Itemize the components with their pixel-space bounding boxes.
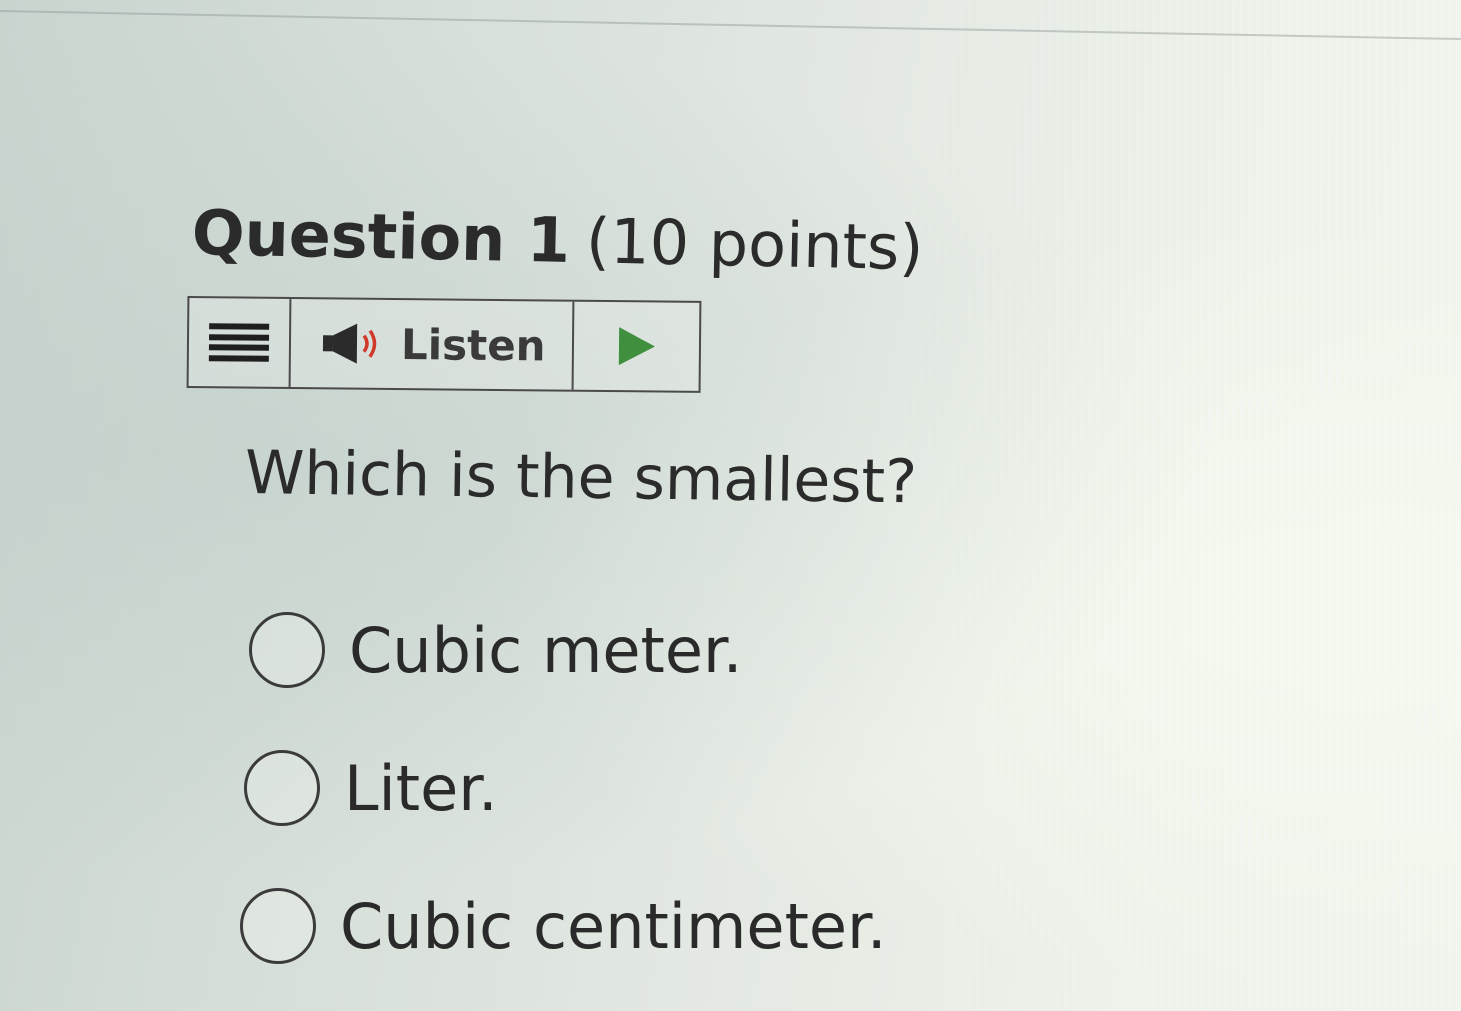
option-label: Cubic meter. (349, 613, 743, 687)
listen-toolbar: Listen (186, 296, 702, 393)
menu-lines-icon (208, 323, 270, 362)
option-label: Liter. (344, 751, 498, 825)
question-heading: Question 1 (10 points) (191, 196, 924, 284)
play-icon (618, 327, 655, 366)
question-prompt: Which is the smallest? (244, 438, 918, 518)
answer-option-liter[interactable]: Liter. (244, 750, 498, 826)
play-button[interactable] (574, 302, 700, 391)
radio-button[interactable] (240, 888, 316, 964)
answer-option-cubic-centimeter[interactable]: Cubic centimeter. (240, 888, 887, 964)
question-points: (10 points) (585, 204, 925, 285)
question-label: Question 1 (191, 196, 571, 277)
toolbar-menu-button[interactable] (188, 298, 292, 387)
option-label: Cubic centimeter. (340, 889, 887, 963)
listen-label: Listen (400, 319, 546, 370)
radio-button[interactable] (249, 612, 325, 688)
radio-button[interactable] (244, 750, 320, 826)
speaker-icon (322, 323, 377, 364)
top-divider (0, 10, 1461, 41)
answer-option-cubic-meter[interactable]: Cubic meter. (249, 612, 742, 688)
listen-button[interactable]: Listen (290, 299, 575, 390)
